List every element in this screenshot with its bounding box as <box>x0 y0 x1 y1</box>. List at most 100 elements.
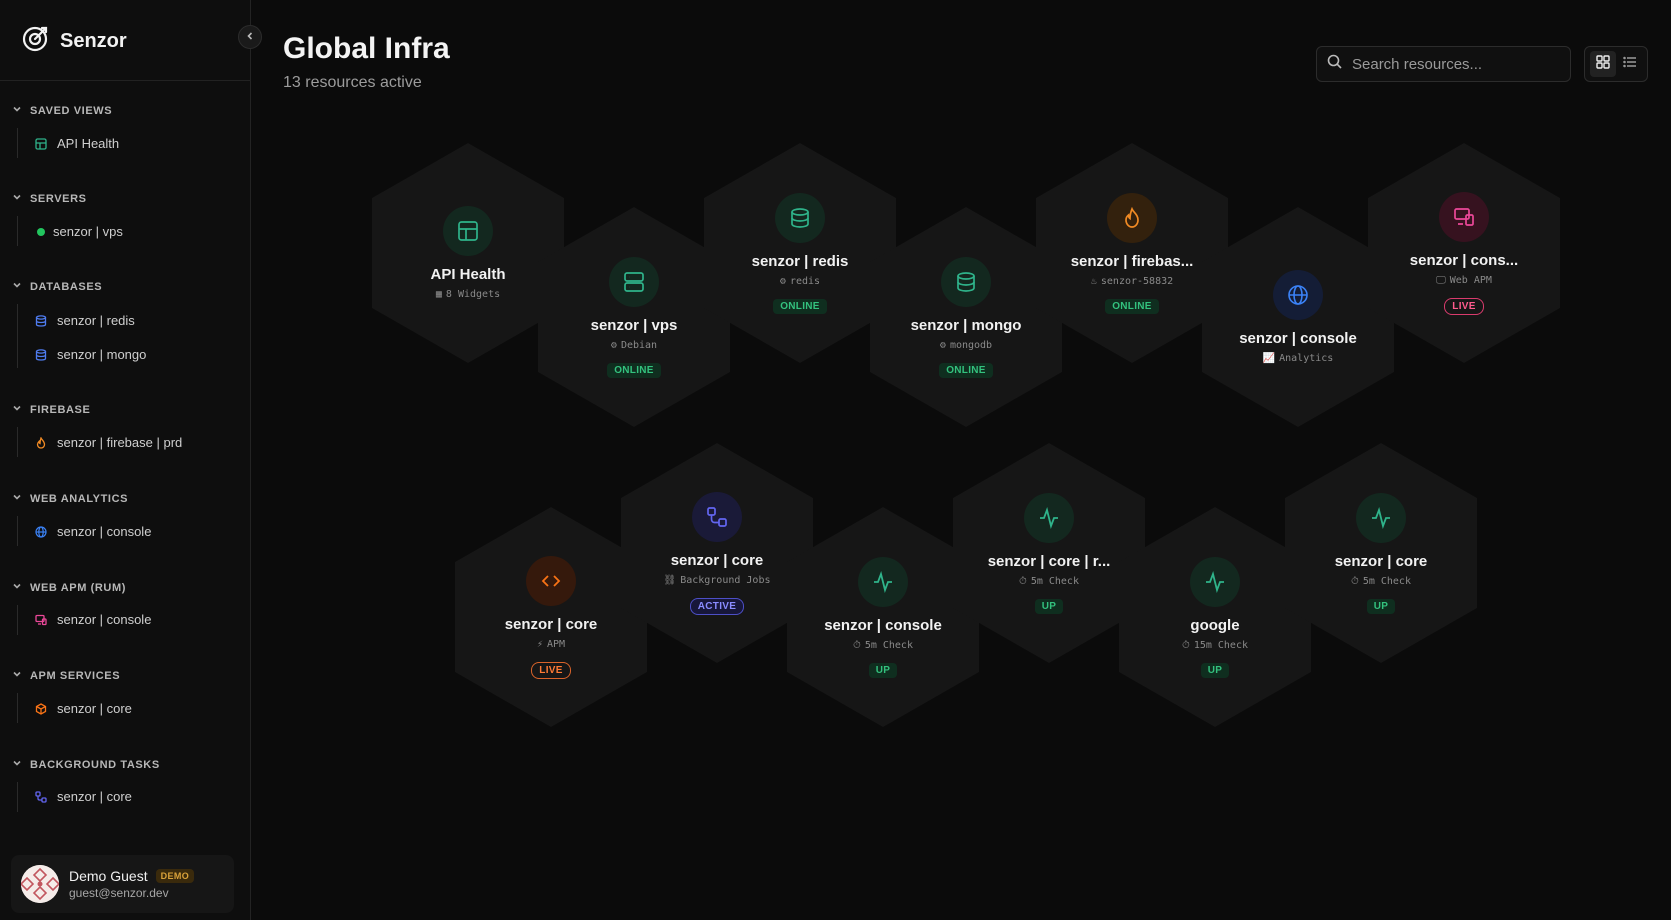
sidebar-item-background-core[interactable]: senzor | core <box>34 789 132 804</box>
resource-name: senzor | console <box>1239 330 1357 347</box>
resource-hex-api-health[interactable]: API Health ▦ 8 Widgets <box>372 143 564 363</box>
database-icon <box>34 348 48 362</box>
sidebar-item-label: senzor | core <box>57 789 132 804</box>
resource-hex-firebase[interactable]: senzor | firebas... ♨ senzor-58832 ONLINE <box>1036 143 1228 363</box>
flame-icon <box>1107 192 1157 243</box>
sidebar-item-api-health[interactable]: API Health <box>34 136 119 151</box>
sidebar-item-firebase[interactable]: senzor | firebase | prd <box>34 435 182 450</box>
sidebar-item-web-apm-console[interactable]: senzor | console <box>34 612 151 627</box>
resource-meta: ♨ senzor-58832 <box>1091 276 1173 287</box>
section-servers[interactable]: SERVERS <box>12 192 87 205</box>
search-input[interactable] <box>1352 55 1552 73</box>
resource-hex-core-check[interactable]: senzor | core ⏱ 5m Check UP <box>1285 443 1477 663</box>
section-line <box>17 216 18 246</box>
sidebar: Senzor SAVED VIEWS API Health SERVERS se… <box>0 0 251 920</box>
section-databases[interactable]: DATABASES <box>12 280 102 293</box>
section-web-analytics[interactable]: WEB ANALYTICS <box>12 492 128 505</box>
resource-hex-mongo[interactable]: senzor | mongo ⚙ mongodb ONLINE <box>870 207 1062 427</box>
sidebar-item-apm-core[interactable]: senzor | core <box>34 701 132 716</box>
app-root: Senzor SAVED VIEWS API Health SERVERS se… <box>0 0 1671 920</box>
code-icon <box>526 555 576 606</box>
user-card[interactable]: Demo Guest DEMO guest@senzor.dev <box>11 855 234 913</box>
grid-icon <box>1595 54 1610 74</box>
sidebar-item-web-analytics-console[interactable]: senzor | console <box>34 524 151 539</box>
section-title: WEB ANALYTICS <box>30 492 129 505</box>
section-firebase[interactable]: FIREBASE <box>12 403 90 416</box>
status-badge: LIVE <box>531 661 571 679</box>
collapse-sidebar-button[interactable] <box>238 25 262 49</box>
sidebar-item-vps[interactable]: senzor | vps <box>34 224 123 239</box>
chevron-down-icon <box>12 669 22 682</box>
activity-icon <box>1024 492 1074 543</box>
workflow-icon <box>34 790 48 804</box>
sidebar-item-redis[interactable]: senzor | redis <box>34 313 135 328</box>
resource-hex-core-r-check[interactable]: senzor | core | r... ⏱ 5m Check UP <box>953 443 1145 663</box>
section-saved-views[interactable]: SAVED VIEWS <box>12 104 112 117</box>
activity-icon <box>1356 492 1406 543</box>
sidebar-item-label: senzor | console <box>57 524 152 539</box>
resource-meta-text: 15m Check <box>1193 639 1248 651</box>
resource-hex-console-analytics[interactable]: senzor | console 📈 Analytics <box>1202 207 1394 427</box>
section-title: SERVERS <box>30 192 87 205</box>
status-dot-icon <box>34 225 48 239</box>
search-box[interactable] <box>1316 46 1571 82</box>
resource-meta-text: 5m Check <box>864 639 913 651</box>
section-line <box>17 516 18 546</box>
cpu-icon: ⚙ <box>610 339 617 351</box>
sidebar-item-label: senzor | core <box>57 701 132 716</box>
globe-icon <box>34 525 48 539</box>
activity-icon <box>1190 556 1240 607</box>
resource-name: senzor | cons... <box>1409 251 1519 269</box>
flame-icon <box>34 436 48 450</box>
user-name: Demo Guest <box>69 868 148 884</box>
section-title: FIREBASE <box>30 403 91 416</box>
status-badge: UP <box>1366 598 1396 614</box>
search-icon <box>1327 54 1342 74</box>
resource-name: senzor | core <box>504 615 598 633</box>
resource-name: API Health <box>430 266 506 283</box>
cpu-icon: ⚙ <box>779 275 786 287</box>
resource-meta-text: Debian <box>620 339 658 351</box>
bolt-icon: ⚡ <box>536 638 543 650</box>
brand[interactable]: Senzor <box>20 24 127 59</box>
resource-name: senzor | console <box>824 616 942 634</box>
grid-view-button[interactable] <box>1589 51 1616 77</box>
section-background-tasks[interactable]: BACKGROUND TASKS <box>12 758 160 771</box>
resource-hex-core-background-jobs[interactable]: senzor | core ⛓ Background Jobs ACTIVE <box>621 443 813 663</box>
section-title: SAVED VIEWS <box>30 104 113 117</box>
resource-meta: ⚙ mongodb <box>940 340 992 351</box>
resource-meta: ⏱ 5m Check <box>1019 576 1079 587</box>
resource-hex-redis[interactable]: senzor | redis ⚙ redis ONLINE <box>704 143 896 363</box>
user-info: Demo Guest DEMO guest@senzor.dev <box>69 868 195 900</box>
chevron-down-icon <box>12 492 22 505</box>
section-title: APM SERVICES <box>30 669 121 682</box>
resource-meta-text: Web APM <box>1449 274 1492 286</box>
senzor-logo-icon <box>20 24 50 59</box>
view-toggle <box>1584 46 1648 82</box>
resource-meta-text: 8 Widgets <box>445 289 501 300</box>
list-view-button[interactable] <box>1617 51 1643 77</box>
resource-meta-text: mongodb <box>949 339 993 351</box>
timer-icon: ⏱ <box>1182 639 1190 651</box>
section-web-apm[interactable]: WEB APM (RUM) <box>12 581 126 594</box>
resource-hex-console-web-apm[interactable]: senzor | cons... 🖵 Web APM LIVE <box>1368 143 1560 363</box>
section-line <box>17 693 18 723</box>
sidebar-item-mongo[interactable]: senzor | mongo <box>34 347 146 362</box>
section-line <box>17 427 18 457</box>
resource-hex-google[interactable]: google ⏱ 15m Check UP <box>1119 507 1311 727</box>
resource-meta-text: 5m Check <box>1030 575 1079 587</box>
resource-meta-text: Background Jobs <box>680 574 771 586</box>
section-title: BACKGROUND TASKS <box>30 758 160 771</box>
resource-meta: ⚙ redis <box>780 276 820 287</box>
timer-icon: ⏱ <box>1351 575 1359 587</box>
resource-name: senzor | mongo <box>910 316 1022 334</box>
monitor-icon <box>34 613 48 627</box>
widgets-icon: ▦ <box>435 289 442 300</box>
resource-meta: ⚡ APM <box>537 639 565 650</box>
resource-hex-core-apm[interactable]: senzor | core ⚡ APM LIVE <box>455 507 647 727</box>
section-line <box>17 128 18 158</box>
section-apm-services[interactable]: APM SERVICES <box>12 669 120 682</box>
resource-hex-console-check[interactable]: senzor | console ⏱ 5m Check UP <box>787 507 979 727</box>
status-badge: UP <box>1034 598 1064 614</box>
resource-hex-vps[interactable]: senzor | vps ⚙ Debian ONLINE <box>538 207 730 427</box>
